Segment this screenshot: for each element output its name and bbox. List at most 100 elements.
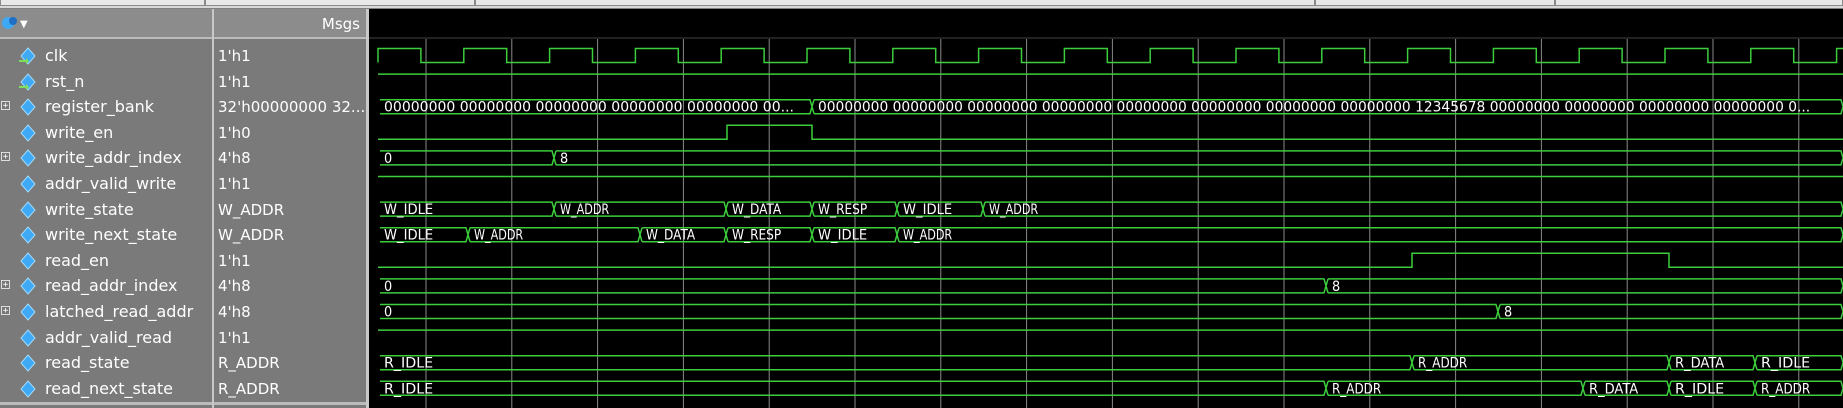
- signal-value: 1'h1: [218, 47, 251, 65]
- wave-icon[interactable]: [2, 15, 18, 31]
- toolbar-segment[interactable]: [205, 0, 475, 6]
- bus-segment-label: R_IDLE: [384, 381, 433, 397]
- bus-segment-label: W_IDLE: [384, 228, 433, 244]
- bus-segment: [380, 150, 557, 166]
- bus-segment-label: R_DATA: [1675, 356, 1725, 372]
- bus-segment-label: R_IDLE: [384, 356, 433, 372]
- signal-value-cell: 1'h1: [214, 248, 366, 273]
- bus-segment-label: 00000000 00000000 00000000 00000000 0000…: [818, 100, 1810, 116]
- signal-diamond-icon: [20, 380, 36, 398]
- signal-name: latched_read_addr: [45, 302, 194, 321]
- signal-diamond-icon: [20, 328, 36, 347]
- signal-value-cell: R_ADDR: [214, 350, 366, 375]
- signal-row-read-addr-index[interactable]: + read_addr_index: [0, 273, 212, 298]
- divider: [214, 402, 366, 405]
- signal-diamond-icon: [20, 149, 36, 168]
- bus-segment-label: R_ADDR: [1418, 356, 1467, 372]
- chevron-down-icon[interactable]: ▼: [20, 19, 28, 30]
- signal-diamond-icon: [20, 200, 36, 219]
- bus-segment-label: R_IDLE: [1675, 381, 1724, 397]
- bus-segment-label: R_ADDR: [1332, 381, 1381, 397]
- signal-value-cell: 1'h1: [214, 325, 366, 350]
- value-column-header: Msgs: [214, 9, 366, 39]
- bus-segment-label: R_ADDR: [1761, 381, 1810, 397]
- signal-value: 4'h8: [218, 303, 251, 321]
- divider: [0, 402, 212, 405]
- signal-value-cell: 1'h1: [214, 69, 366, 94]
- signal-value: 32'h00000000 32...: [218, 98, 364, 117]
- signal-value-cell: 1'h0: [214, 120, 366, 145]
- signal-value-cell: W_ADDR: [214, 197, 366, 222]
- signal-row-write-next-state[interactable]: write_next_state: [0, 222, 212, 247]
- signal-name: register_bank: [45, 97, 155, 117]
- signal-diamond-icon: [19, 47, 36, 65]
- bus-segment-label: 8: [1332, 279, 1340, 295]
- expand-icon[interactable]: +: [1, 280, 10, 290]
- expand-icon[interactable]: +: [1, 306, 10, 316]
- bus-segment-label: W_DATA: [732, 202, 782, 218]
- signal-name: read_addr_index: [45, 276, 178, 296]
- bus-segment-label: 0: [384, 151, 392, 167]
- signal-name: write_next_state: [45, 225, 178, 245]
- signal-value: 1'h1: [218, 72, 251, 91]
- bus-segment: [899, 226, 1843, 243]
- signal-row-addr-valid-read[interactable]: addr_valid_read: [0, 325, 212, 350]
- signal-diamond-icon: [20, 277, 36, 296]
- signal-diamond-icon: [19, 72, 36, 91]
- signal-row-addr-valid-write[interactable]: addr_valid_write: [0, 171, 212, 196]
- signal-name: read_next_state: [45, 378, 174, 398]
- signal-diamond-icon: [20, 175, 36, 193]
- bus-segment-label: W_RESP: [732, 228, 781, 244]
- signal-value: R_ADDR: [218, 379, 280, 398]
- signal-name: write_en: [45, 122, 114, 142]
- toolbar-segment[interactable]: [0, 0, 205, 6]
- signal-name: write_state: [45, 199, 134, 219]
- signal-row-read-next-state[interactable]: read_next_state: [0, 376, 212, 401]
- bus-segment-label: W_ADDR: [560, 202, 609, 218]
- signal-diamond-icon: [20, 303, 36, 321]
- signal-value-cell: 4'h8: [214, 145, 366, 170]
- toolbar-segment[interactable]: [475, 0, 1315, 6]
- signal-diamond-icon: [20, 252, 36, 270]
- bus-segment-label: 8: [560, 151, 568, 167]
- signal-row-write-addr-index[interactable]: + write_addr_index: [0, 145, 212, 170]
- bus-segment: [380, 278, 1329, 294]
- bus-segment-label: W_ADDR: [903, 228, 952, 244]
- bus-segment-label: W_IDLE: [384, 202, 433, 218]
- signal-value-cell: W_ADDR: [214, 222, 366, 247]
- signal-name: write_addr_index: [45, 148, 182, 168]
- signal-row-read-en[interactable]: read_en: [0, 248, 212, 273]
- bus-segment: [556, 150, 1843, 166]
- bus-segment-label: W_RESP: [818, 202, 867, 218]
- bus-segment-label: 0: [384, 305, 392, 321]
- signal-name: addr_valid_write: [45, 174, 177, 193]
- signal-value-cell: 4'h8: [214, 273, 366, 298]
- signal-value: W_ADDR: [218, 200, 285, 219]
- bus-segment-label: W_IDLE: [903, 202, 952, 218]
- signal-value-cell: 1'h1: [214, 43, 366, 68]
- signal-name: clk: [45, 46, 68, 65]
- signal-diamond-icon: [20, 98, 36, 116]
- expand-icon[interactable]: +: [1, 152, 10, 162]
- signal-row-clk[interactable]: clk: [0, 43, 212, 68]
- signal-value: 4'h8: [218, 149, 251, 168]
- signal-row-latched-read-addr[interactable]: + latched_read_addr: [0, 299, 212, 324]
- waveform-canvas[interactable]: 00000000 00000000 00000000 00000000 0000…: [369, 39, 1843, 408]
- signal-value: W_ADDR: [218, 226, 285, 245]
- bus-segment-label: W_ADDR: [989, 202, 1038, 218]
- signal-value-cell: 32'h00000000 32...: [214, 94, 366, 119]
- signal-row-write-state[interactable]: write_state: [0, 197, 212, 222]
- bus-segment-label: W_DATA: [646, 228, 696, 244]
- signal-row-register-bank[interactable]: + register_bank: [0, 94, 212, 119]
- bus-segment-label: W_ADDR: [474, 228, 523, 244]
- bus-segment: [985, 201, 1843, 217]
- toolbar-segment[interactable]: [1555, 0, 1843, 6]
- signal-row-read-state[interactable]: read_state: [0, 350, 212, 375]
- signal-row-rst-n[interactable]: rst_n: [0, 69, 212, 94]
- signal-row-write-en[interactable]: write_en: [0, 120, 212, 145]
- signal-name: read_en: [45, 250, 110, 270]
- signal-name: read_state: [45, 353, 130, 373]
- expand-icon[interactable]: +: [1, 101, 10, 111]
- bus-segment-label: R_DATA: [1589, 381, 1639, 397]
- toolbar-segment[interactable]: [1315, 0, 1555, 6]
